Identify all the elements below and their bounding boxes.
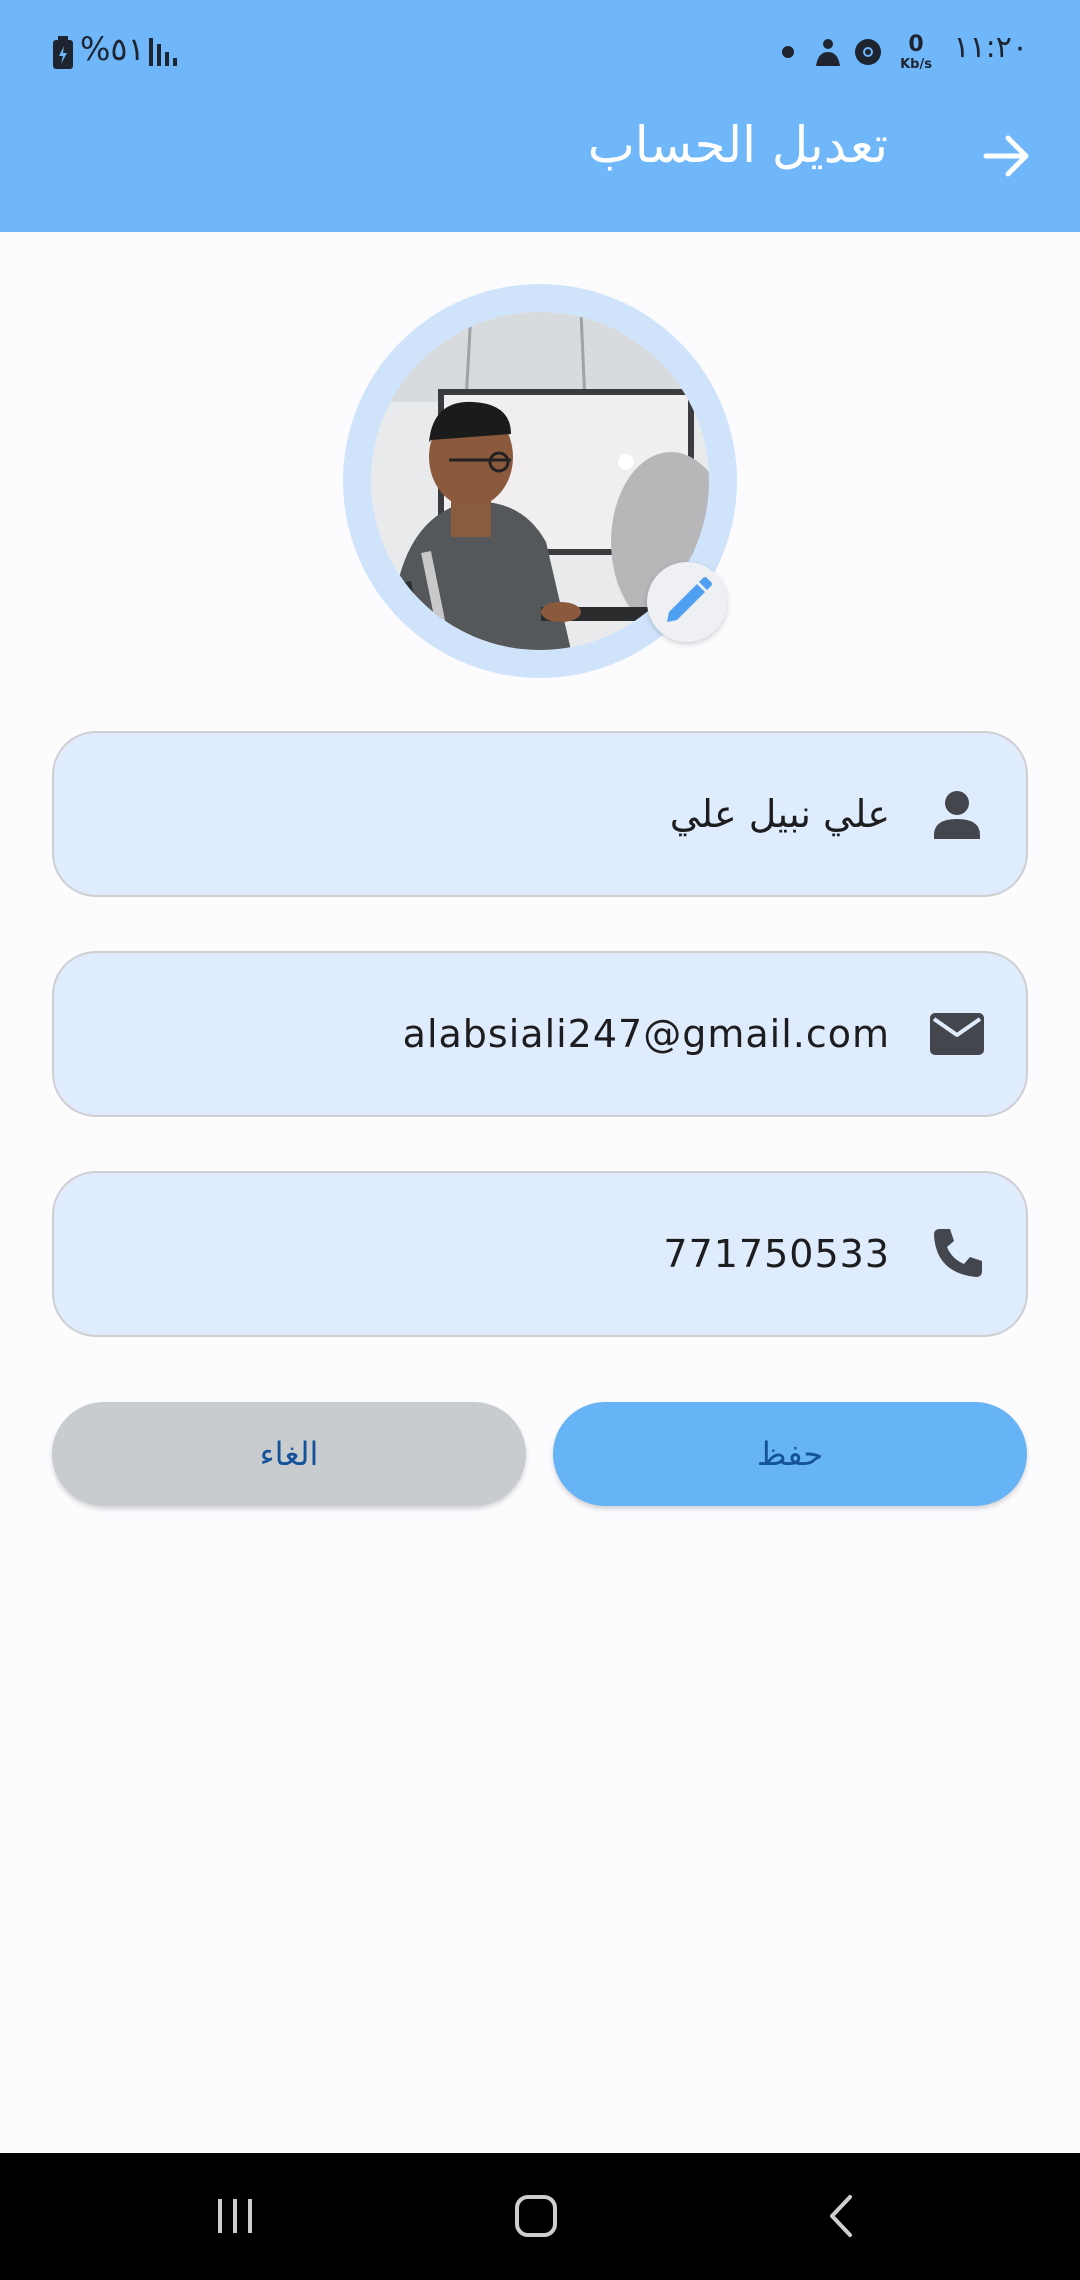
network-speed-unit: Kb/s [900,57,932,72]
chrome-icon [855,39,881,65]
app-bar: ١١:٢٠ 0 Kb/s %٥١ تعديل الحساب [0,0,1080,232]
mail-icon [930,1013,984,1055]
recent-apps-icon[interactable] [212,2193,258,2239]
email-input[interactable]: alabsiali247@gmail.com [403,1012,890,1056]
phone-icon [934,1229,982,1277]
back-chevron-icon[interactable] [822,2193,862,2239]
home-icon[interactable] [512,2193,562,2239]
phone-field[interactable]: 771750533 [52,1171,1028,1337]
edit-photo-button[interactable] [647,562,727,642]
battery-icon [53,36,73,69]
cancel-button[interactable]: الغاء [52,1402,526,1506]
back-arrow-icon[interactable] [982,134,1032,178]
person-icon [934,791,980,839]
phone-input[interactable]: 771750533 [663,1232,890,1276]
name-input[interactable]: علي نبيل علي [670,792,890,836]
network-speed-value: 0 [908,32,924,57]
battery-percent: %٥١ [80,30,145,68]
page-title: تعديل الحساب [587,116,888,174]
network-speed: 0 Kb/s [898,32,934,72]
notification-dot-icon [782,46,794,58]
save-button[interactable]: حفظ [553,1402,1027,1506]
name-field[interactable]: علي نبيل علي [52,731,1028,897]
system-nav-bar [0,2153,1080,2280]
pencil-icon [667,577,712,622]
status-time: ١١:٢٠ [953,30,1028,65]
email-field[interactable]: alabsiali247@gmail.com [52,951,1028,1117]
signal-icon [149,38,177,66]
notification-app-icon [816,39,840,66]
